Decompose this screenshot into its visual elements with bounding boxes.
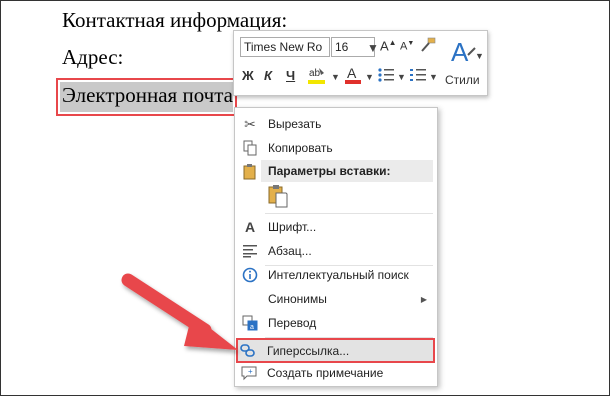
doc-line-address: Адрес: (62, 45, 124, 69)
copy-icon (241, 139, 259, 157)
selection-highlight-box (56, 78, 237, 116)
highlight-color-button[interactable]: ab (307, 64, 329, 86)
chevron-down-icon[interactable]: ▼ (397, 72, 406, 82)
format-painter-icon (421, 37, 436, 52)
scissors-icon: ✂ (244, 115, 256, 132)
numbering-button[interactable] (409, 67, 427, 86)
menu-item-translate[interactable]: a Перевод (235, 311, 437, 335)
bullets-button[interactable] (377, 67, 395, 86)
clipboard-icon (241, 163, 259, 181)
menu-item-label: Абзац... (268, 244, 312, 258)
bullet-list-icon (378, 68, 394, 82)
comment-icon: + (240, 364, 258, 382)
chevron-down-icon[interactable]: ▼ (365, 72, 374, 82)
menu-item-label: Интеллектуальный поиск (268, 268, 409, 282)
bold-button[interactable]: Ж (242, 68, 254, 83)
chevron-down-icon[interactable]: ▼ (331, 72, 340, 82)
paragraph-icon (241, 242, 259, 260)
chevron-down-icon: ▼ (475, 51, 484, 61)
menu-item-synonyms[interactable]: Синонимы ▶ (235, 287, 437, 311)
italic-button[interactable]: К (264, 68, 272, 83)
svg-text:A: A (347, 65, 357, 81)
font-name-value: Times New Ro (244, 40, 323, 54)
font-icon: A (244, 219, 256, 235)
underline-button[interactable]: Ч (286, 68, 295, 83)
font-color-icon: A (345, 65, 361, 84)
menu-item-cut[interactable]: ✂ Вырезать (235, 112, 437, 136)
font-name-box[interactable]: Times New Ro (240, 37, 330, 57)
menu-item-new-comment[interactable]: + Создать примечание (234, 362, 436, 384)
menu-item-label: Создать примечание (267, 366, 384, 380)
menu-item-label: Копировать (268, 141, 333, 155)
styles-label: Стили (445, 73, 480, 87)
pointer-arrow (121, 273, 238, 350)
menu-item-copy[interactable]: Копировать (235, 136, 437, 160)
chevron-down-icon: ▼ (367, 41, 379, 55)
font-size-value: 16 (335, 40, 349, 54)
menu-divider (265, 213, 433, 214)
svg-text:A: A (451, 37, 469, 67)
paste-options-label: Параметры вставки: (268, 164, 391, 178)
menu-item-label: Синонимы (268, 292, 327, 306)
submenu-arrow-icon: ▶ (420, 294, 427, 304)
shrink-font-button[interactable]: A▼ (400, 40, 414, 53)
styles-icon: A (451, 37, 476, 67)
mini-toolbar: Times New Ro 16 ▼ A▲ A▼ Ж К Ч ab ▼ A ▼ ▼ (233, 30, 488, 96)
menu-item-label: Шрифт... (268, 220, 317, 234)
font-size-box[interactable]: 16 ▼ (331, 37, 379, 57)
menu-item-smart-lookup[interactable]: Интеллектуальный поиск (235, 263, 437, 287)
menu-item-label: Вырезать (268, 117, 322, 131)
svg-text:a: a (250, 324, 254, 331)
paste-options-header: Параметры вставки: (261, 160, 433, 182)
svg-text:ab: ab (309, 68, 321, 79)
numbered-list-icon (410, 69, 426, 81)
styles-button[interactable]: A ▼ Стили (442, 35, 484, 91)
chevron-down-icon[interactable]: ▼ (429, 72, 438, 82)
paste-keep-text-only-button[interactable] (267, 184, 289, 208)
grow-font-button[interactable]: A▲ (380, 38, 397, 53)
hyperlink-highlight-box (236, 338, 435, 363)
font-color-button[interactable]: A (344, 64, 364, 86)
highlighter-icon: ab (308, 68, 325, 84)
paste-text-only-icon (268, 185, 288, 208)
menu-item-label: Перевод (268, 316, 317, 330)
menu-item-font[interactable]: A Шрифт... (235, 215, 437, 239)
menu-item-paragraph[interactable]: Абзац... (235, 239, 437, 263)
svg-text:+: + (248, 367, 253, 376)
format-painter-button[interactable] (419, 37, 437, 56)
